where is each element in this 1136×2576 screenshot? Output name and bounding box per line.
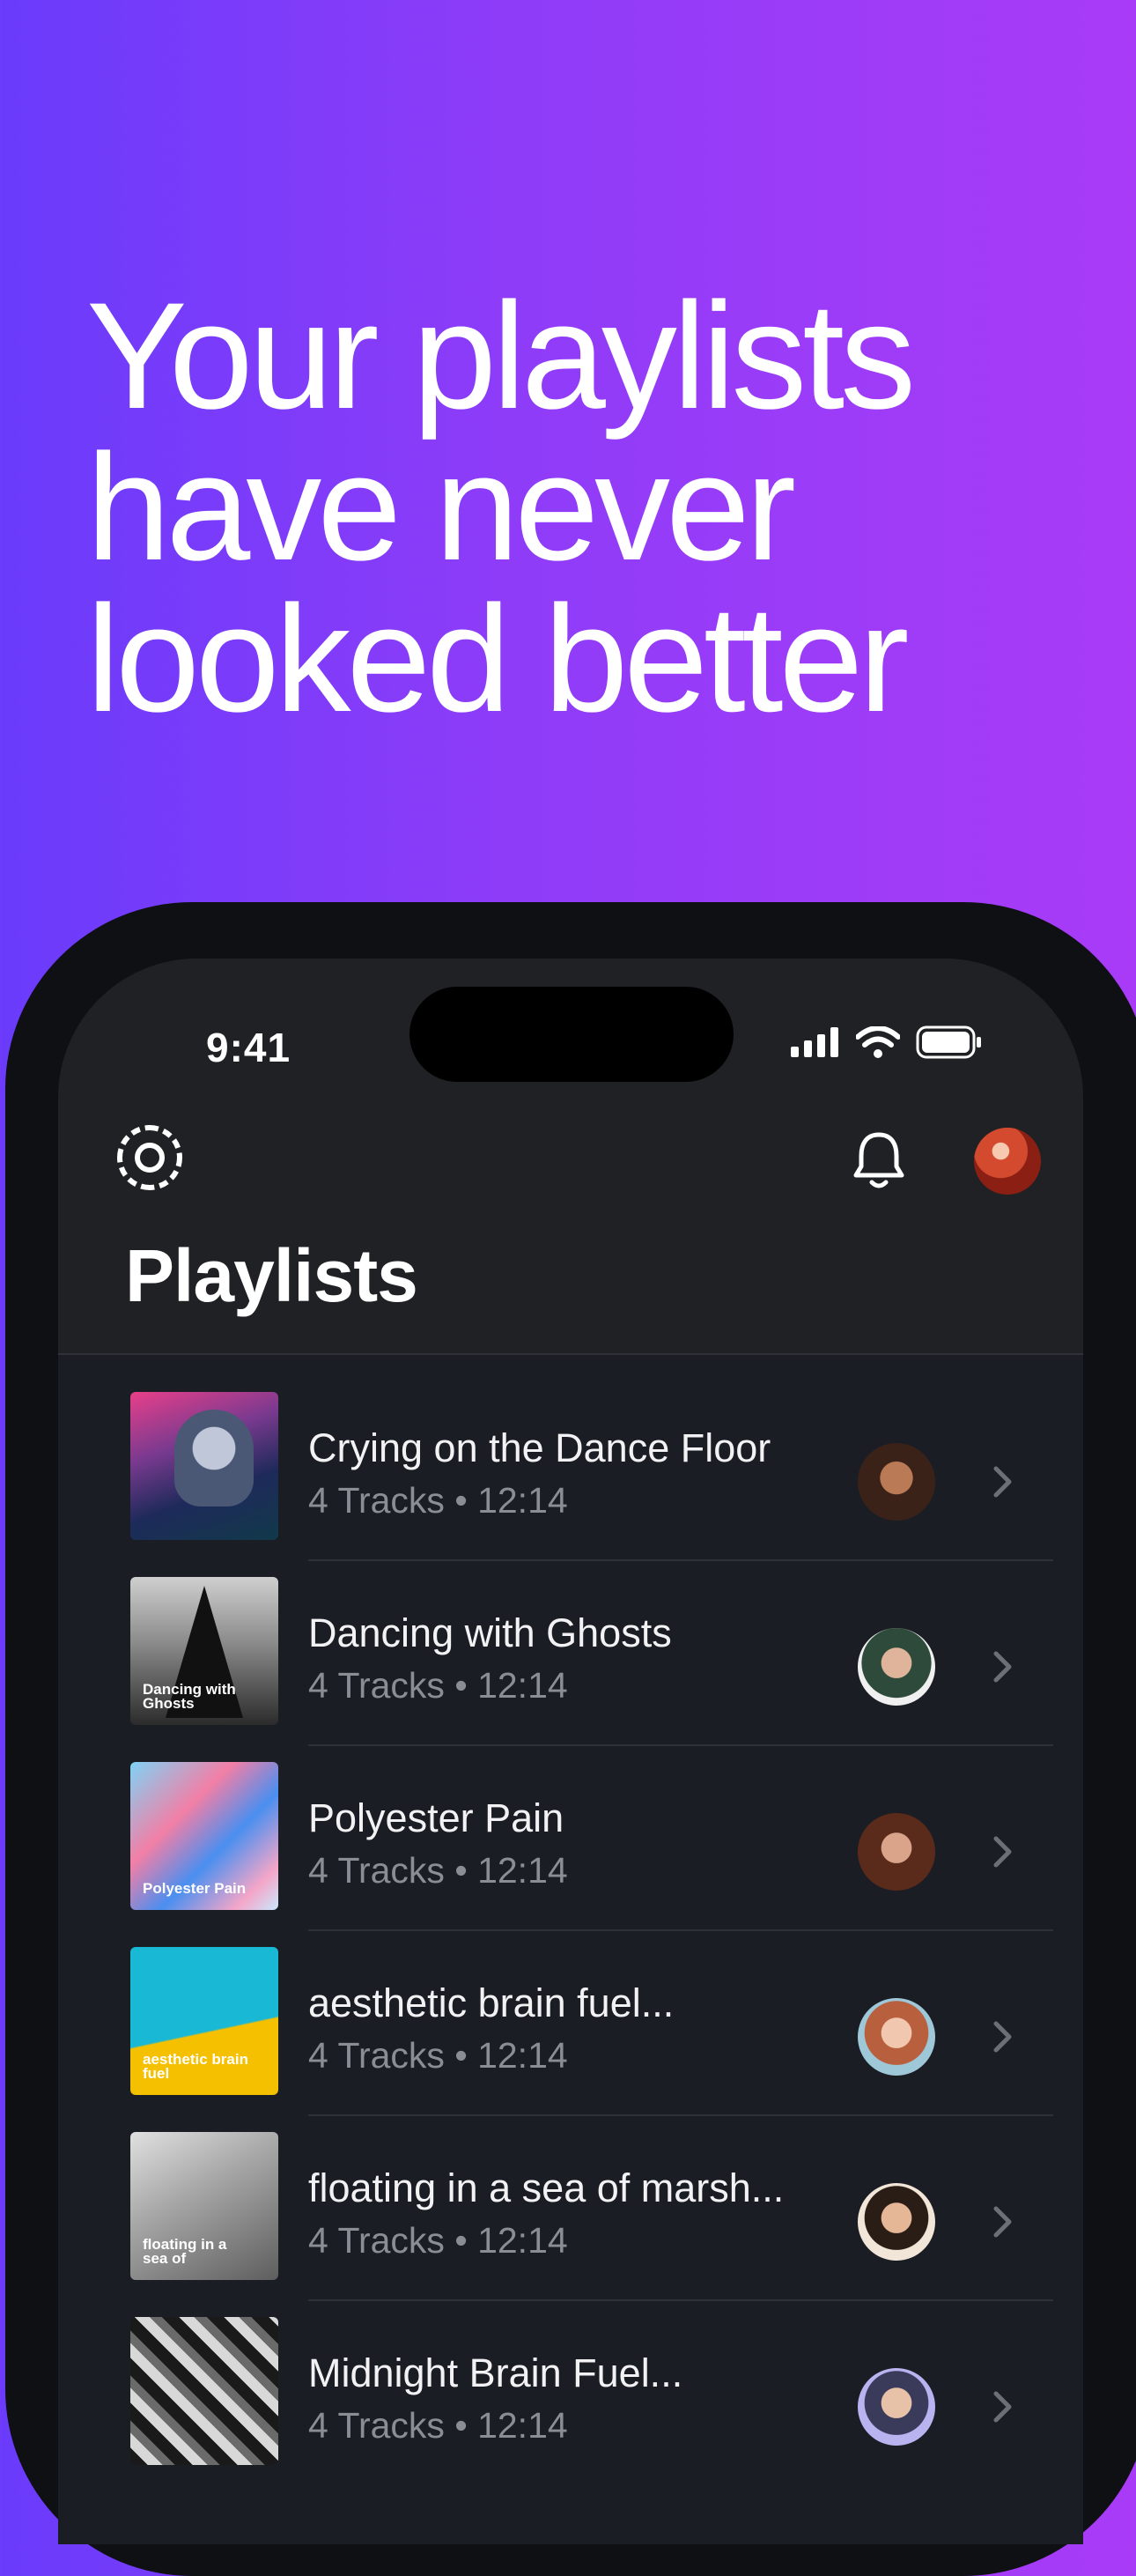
playlist-meta: 4 Tracks • 12:14 (308, 2405, 568, 2446)
chevron-right-icon (993, 2021, 1012, 2053)
playlist-cover: Polyester Pain (130, 1762, 278, 1910)
playlist-meta: 4 Tracks • 12:14 (308, 1480, 568, 1521)
camera-aperture-icon[interactable] (116, 1124, 183, 1191)
owner-avatar (858, 1813, 935, 1891)
playlist-cover: floating in a sea of (130, 2132, 278, 2280)
playlist-row[interactable]: aesthetic brain fuel aesthetic brain fue… (58, 1908, 1083, 2116)
playlist-title: aesthetic brain fuel... (308, 1980, 675, 2025)
owner-avatar (858, 1628, 935, 1706)
marketing-headline: Your playlists have never looked better (86, 271, 916, 744)
bell-icon[interactable] (851, 1129, 907, 1189)
cellular-signal-icon (791, 1027, 838, 1057)
playlist-cover (130, 1392, 278, 1540)
dynamic-island (409, 987, 734, 1082)
chevron-right-icon (993, 1466, 1012, 1498)
owner-avatar (858, 1998, 935, 2076)
playlist-cover: aesthetic brain fuel (130, 1947, 278, 2095)
playlist-title: Crying on the Dance Floor (308, 1425, 771, 1470)
user-avatar[interactable] (974, 1128, 1041, 1195)
cover-text: Polyester Pain (143, 1880, 247, 1897)
playlist-meta: 4 Tracks • 12:14 (308, 1850, 568, 1891)
cover-text: floating in a sea of (143, 2236, 227, 2267)
status-icons (791, 1025, 983, 1059)
playlist-title: Dancing with Ghosts (308, 1610, 672, 1655)
phone-screen: 9:41 Playlists Crying on the Dance Floor… (58, 959, 1083, 2544)
playlist-meta: 4 Tracks • 12:14 (308, 2220, 568, 2261)
owner-avatar (858, 2183, 935, 2261)
playlist-meta: 4 Tracks • 12:14 (308, 2035, 568, 2076)
playlist-row[interactable]: floating in a sea of floating in a sea o… (58, 2093, 1083, 2301)
battery-icon (916, 1025, 981, 1059)
playlist-title: floating in a sea of marsh... (308, 2165, 785, 2210)
page-title: Playlists (125, 1234, 418, 1317)
playlist-meta: 4 Tracks • 12:14 (308, 1665, 568, 1706)
playlist-row[interactable]: Crying on the Dance Floor 4 Tracks • 12:… (58, 1353, 1083, 1561)
wifi-icon (856, 1026, 900, 1058)
playlist-row[interactable]: Polyester Pain Polyester Pain 4 Tracks •… (58, 1723, 1083, 1931)
playlist-title: Polyester Pain (308, 1795, 564, 1840)
chevron-right-icon (993, 2206, 1012, 2238)
owner-avatar (858, 1443, 935, 1521)
cover-text: Dancing with Ghosts (143, 1681, 236, 1712)
app-header: 9:41 Playlists (58, 959, 1083, 1355)
chevron-right-icon (993, 1651, 1012, 1683)
playlist-row[interactable]: Dancing with Ghosts Dancing with Ghosts … (58, 1538, 1083, 1746)
playlist-title: Midnight Brain Fuel... (308, 2350, 683, 2395)
status-time: 9:41 (206, 1025, 291, 1070)
chevron-right-icon (993, 1836, 1012, 1868)
chevron-right-icon (993, 2391, 1012, 2423)
owner-avatar (858, 2368, 935, 2446)
playlist-row[interactable]: Midnight Brain Fuel... 4 Tracks • 12:14 (58, 2278, 1083, 2465)
playlist-cover (130, 2317, 278, 2465)
playlist-cover: Dancing with Ghosts (130, 1577, 278, 1725)
cover-text: aesthetic brain fuel (143, 2051, 248, 2082)
